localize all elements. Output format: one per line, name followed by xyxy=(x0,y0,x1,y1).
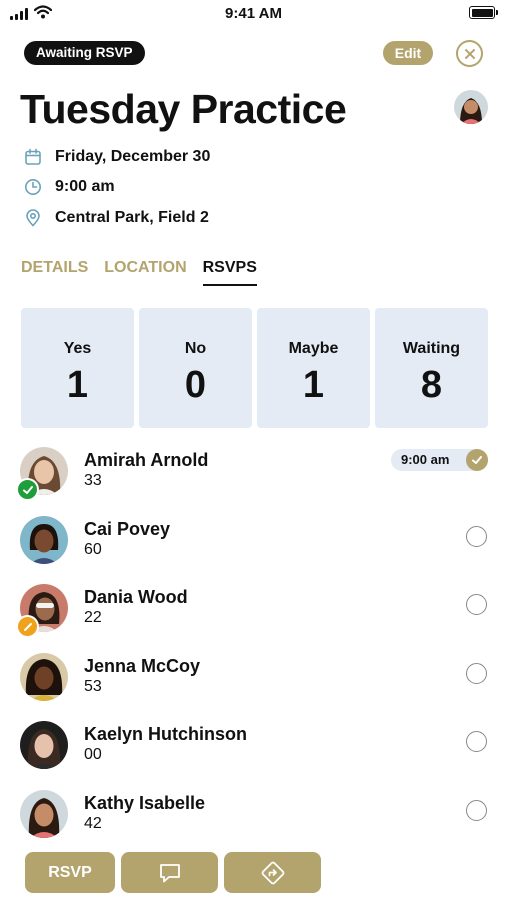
clock-icon xyxy=(25,179,41,195)
status-maybe-icon xyxy=(16,615,39,638)
rsvp-button[interactable]: RSVP xyxy=(25,852,115,893)
status-time: 9:41 AM xyxy=(225,5,282,22)
member-name: Cai Povey xyxy=(84,518,171,539)
avatar[interactable] xyxy=(454,90,488,124)
chat-bubble-icon xyxy=(159,863,180,882)
tab-location[interactable]: LOCATION xyxy=(104,259,186,285)
bottom-toolbar: RSVP xyxy=(25,852,321,893)
tab-details[interactable]: DETAILS xyxy=(21,259,88,285)
stat-no[interactable]: No 0 xyxy=(139,308,252,428)
member-avatar-icon xyxy=(20,515,68,564)
member-name: Jenna McCoy xyxy=(84,655,201,676)
stat-label: No xyxy=(184,340,207,357)
event-date: Friday, December 30 xyxy=(55,148,211,165)
member-number: 42 xyxy=(84,814,102,832)
location-pin-icon xyxy=(26,209,40,227)
stat-label: Yes xyxy=(63,340,92,357)
rsvp-radio[interactable] xyxy=(466,662,487,684)
tab-bar: DETAILS LOCATION RSVPS xyxy=(21,259,258,286)
member-list: Amirah Arnold 33 9:00 am Cai Povey 60 Da… xyxy=(0,440,507,851)
member-number: 22 xyxy=(84,609,102,626)
edit-button[interactable]: Edit xyxy=(383,41,433,65)
directions-icon xyxy=(261,861,284,884)
directions-button[interactable] xyxy=(224,852,321,893)
member-name: Dania Wood xyxy=(84,587,188,607)
member-name: Kathy Isabelle xyxy=(84,792,206,813)
user-avatar-icon xyxy=(454,90,488,124)
stat-value: 8 xyxy=(420,364,443,406)
status-bar: 9:41 AM xyxy=(0,0,507,30)
stat-value: 0 xyxy=(184,364,207,406)
rsvp-radio[interactable] xyxy=(466,525,487,547)
list-item[interactable]: Amirah Arnold 33 9:00 am xyxy=(0,440,507,509)
member-avatar-icon xyxy=(20,652,68,701)
stat-value: 1 xyxy=(66,364,89,406)
rsvp-radio[interactable] xyxy=(466,799,487,821)
event-time-row: 9:00 am xyxy=(24,176,115,198)
event-location-row[interactable]: Central Park, Field 2 xyxy=(24,207,209,229)
check-icon[interactable] xyxy=(466,449,488,471)
list-item[interactable]: Dania Wood 22 xyxy=(0,577,507,646)
avatar xyxy=(20,789,68,838)
rsvp-radio[interactable] xyxy=(466,731,487,752)
member-number: 53 xyxy=(84,677,102,695)
stat-waiting[interactable]: Waiting 8 xyxy=(375,308,488,428)
page-title: Tuesday Practice xyxy=(20,86,347,132)
member-name: Kaelyn Hutchinson xyxy=(84,724,248,744)
rsvp-stats: Yes 1 No 0 Maybe 1 Waiting 8 xyxy=(21,308,488,428)
calendar-icon xyxy=(25,148,41,165)
member-name: Amirah Arnold xyxy=(84,450,209,470)
list-item[interactable]: Jenna McCoy 53 xyxy=(0,646,507,715)
avatar xyxy=(20,721,68,769)
stat-maybe[interactable]: Maybe 1 xyxy=(257,308,370,428)
stat-yes[interactable]: Yes 1 xyxy=(21,308,134,428)
list-item[interactable]: Kathy Isabelle 42 xyxy=(0,783,507,852)
avatar xyxy=(20,652,68,701)
stat-label: Waiting xyxy=(402,340,461,357)
status-yes-icon xyxy=(16,478,39,501)
member-avatar-icon xyxy=(20,721,68,769)
tab-rsvps[interactable]: RSVPS xyxy=(202,259,258,286)
member-number: 00 xyxy=(84,746,102,763)
event-location: Central Park, Field 2 xyxy=(55,209,209,226)
battery-icon xyxy=(469,6,498,19)
member-number: 33 xyxy=(84,472,102,489)
member-number: 60 xyxy=(84,540,102,558)
stat-value: 1 xyxy=(302,364,325,406)
rsvp-status-badge: Awaiting RSVP xyxy=(24,41,145,65)
event-date-row: Friday, December 30 xyxy=(24,146,210,168)
rsvp-radio[interactable] xyxy=(466,594,487,615)
stat-label: Maybe xyxy=(288,340,339,357)
list-item[interactable]: Cai Povey 60 xyxy=(0,509,507,578)
list-item[interactable]: Kaelyn Hutchinson 00 xyxy=(0,714,507,783)
member-avatar-icon xyxy=(20,789,68,838)
close-icon[interactable] xyxy=(456,40,483,67)
event-time: 9:00 am xyxy=(55,178,115,195)
chat-button[interactable] xyxy=(121,852,218,893)
avatar xyxy=(20,515,68,564)
